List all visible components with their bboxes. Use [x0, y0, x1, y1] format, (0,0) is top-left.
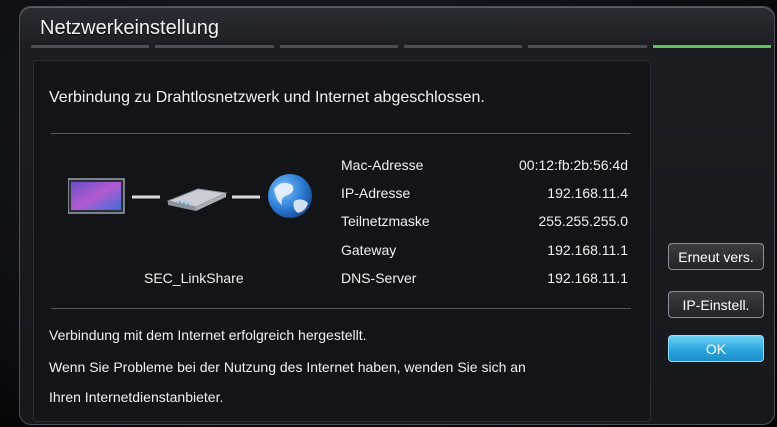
connection-result-panel: Verbindung zu Drahtlosnetzwerk und Inter… — [33, 60, 651, 422]
ok-button[interactable]: OK — [668, 335, 764, 362]
step-indicator — [31, 45, 150, 48]
help-message: Wenn Sie Probleme bei der Nutzung des In… — [49, 359, 526, 375]
help-message-continued: Ihren Internetdienstanbieter. — [49, 389, 224, 405]
step-progress — [31, 45, 771, 48]
subnet-mask-label: Teilnetzmaske — [341, 213, 430, 229]
step-indicator-active — [652, 45, 771, 48]
tv-icon — [68, 178, 125, 214]
router-icon — [166, 188, 228, 211]
step-indicator — [528, 45, 647, 48]
ip-settings-button[interactable]: IP-Einstell. — [668, 291, 764, 318]
dns-server-label: DNS-Server — [341, 270, 417, 286]
divider — [51, 308, 631, 309]
divider — [51, 133, 631, 134]
step-indicator — [155, 45, 274, 48]
step-indicator — [279, 45, 398, 48]
connection-diagram — [68, 174, 312, 218]
ip-address-label: IP-Adresse — [341, 185, 411, 201]
subnet-mask-value: 255.255.255.0 — [538, 213, 628, 229]
globe-icon — [268, 174, 312, 218]
retry-button[interactable]: Erneut vers. — [668, 243, 764, 270]
screen-background: Netzwerkeinstellung Verbindung zu Drahtl… — [0, 0, 777, 427]
mac-address-label: Mac-Adresse — [341, 157, 424, 173]
success-message: Verbindung mit dem Internet erfolgreich … — [49, 327, 367, 343]
network-settings-dialog: Netzwerkeinstellung Verbindung zu Drahtl… — [19, 6, 775, 425]
gateway-value: 192.168.11.1 — [547, 242, 628, 258]
gateway-label: Gateway — [341, 242, 397, 258]
dialog-title: Netzwerkeinstellung — [40, 17, 219, 39]
mac-address-value: 00:12:fb:2b:56:4d — [519, 157, 628, 173]
ip-address-value: 192.168.11.4 — [547, 185, 628, 201]
dns-server-value: 192.168.11.1 — [547, 270, 628, 286]
network-name: SEC_LinkShare — [144, 270, 244, 286]
step-indicator — [403, 45, 523, 48]
result-headline: Verbindung zu Drahtlosnetzwerk und Inter… — [49, 89, 485, 106]
